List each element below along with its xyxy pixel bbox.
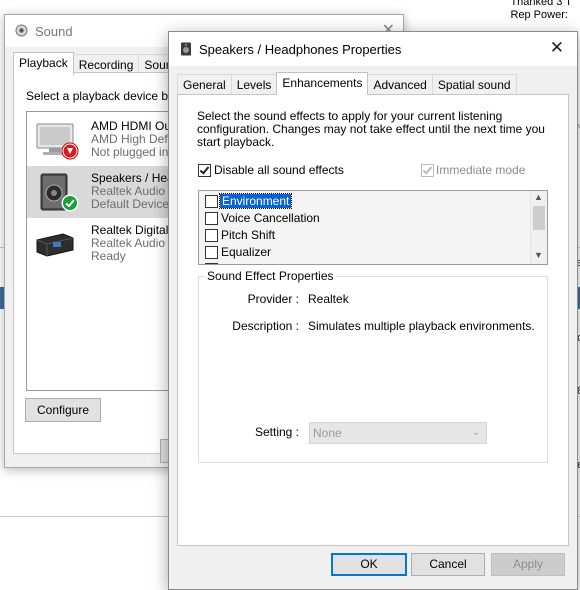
device-text: Realtek Digital Realtek Audio Ready bbox=[91, 224, 168, 263]
effect-checkbox[interactable] bbox=[205, 263, 218, 264]
scroll-up-icon[interactable]: ▲ bbox=[534, 192, 543, 202]
down-arrow-badge-icon bbox=[61, 142, 79, 160]
scrollbar-thumb[interactable] bbox=[533, 206, 545, 230]
effect-checkbox[interactable] bbox=[205, 246, 218, 259]
effect-item-partial[interactable] bbox=[205, 261, 535, 264]
ok-button[interactable]: OK bbox=[331, 553, 407, 576]
device-text: Speakers / Head Realtek Audio Default De… bbox=[91, 172, 179, 211]
description-label: Description : bbox=[232, 319, 299, 333]
effect-checkbox[interactable] bbox=[205, 195, 218, 208]
device-status: Ready bbox=[91, 249, 126, 263]
device-status: Not plugged in bbox=[91, 145, 169, 159]
speaker-app-icon bbox=[15, 24, 28, 37]
provider-label: Provider : bbox=[247, 292, 299, 306]
effect-checkbox[interactable] bbox=[205, 212, 218, 225]
sound-effects-list[interactable]: Environment Voice Cancellation Pitch Shi… bbox=[198, 190, 548, 265]
device-item[interactable]: Realtek Digital Realtek Audio Ready bbox=[27, 218, 179, 270]
enhancements-panel: Select the sound effects to apply for yo… bbox=[177, 94, 569, 546]
device-item[interactable]: AMD HDMI Out AMD High Defi Not plugged i… bbox=[27, 114, 179, 166]
properties-close-icon[interactable]: ✕ bbox=[550, 38, 564, 58]
background-thanked-text: Thanked 3 T bbox=[510, 0, 572, 8]
properties-tabs: General Levels Enhancements Advanced Spa… bbox=[177, 72, 517, 95]
effect-label-selected[interactable]: Environment bbox=[218, 193, 293, 209]
disable-all-effects-checkbox[interactable] bbox=[198, 164, 211, 177]
device-text: AMD HDMI Out AMD High Defi Not plugged i… bbox=[91, 120, 174, 159]
digital-output-icon bbox=[36, 233, 74, 257]
tab-spatial-sound[interactable]: Spatial sound bbox=[431, 74, 517, 95]
provider-value: Realtek bbox=[308, 292, 349, 306]
setting-label: Setting : bbox=[254, 425, 299, 439]
apply-button[interactable]: Apply bbox=[491, 553, 565, 576]
effect-checkbox[interactable] bbox=[205, 229, 218, 242]
background-rep-power-text: Rep Power: bbox=[510, 9, 568, 21]
effect-item[interactable]: Equalizer bbox=[205, 244, 535, 261]
setting-value: None bbox=[313, 426, 342, 440]
effect-item[interactable]: Pitch Shift bbox=[205, 227, 535, 244]
group-title: Sound Effect Properties bbox=[205, 269, 336, 283]
immediate-mode-checkbox[interactable] bbox=[421, 164, 434, 177]
device-status: Default Device bbox=[91, 197, 170, 211]
description-value: Simulates multiple playback environments… bbox=[308, 319, 535, 333]
effect-label[interactable]: Pitch Shift bbox=[221, 228, 275, 242]
tab-advanced[interactable]: Advanced bbox=[367, 74, 433, 95]
effect-item[interactable]: Environment bbox=[205, 193, 535, 210]
configure-button[interactable]: Configure bbox=[25, 398, 101, 422]
tab-enhancements[interactable]: Enhancements bbox=[276, 72, 369, 95]
chevron-down-icon: ⌄ bbox=[471, 427, 480, 438]
device-item-selected[interactable]: Speakers / Head Realtek Audio Default De… bbox=[27, 166, 179, 218]
disable-all-effects-label[interactable]: Disable all sound effects bbox=[214, 163, 344, 177]
effect-label[interactable]: Voice Cancellation bbox=[221, 211, 320, 225]
sound-effect-properties-group: Sound Effect Properties Provider : Realt… bbox=[198, 269, 548, 463]
tab-playback[interactable]: Playback bbox=[13, 52, 74, 75]
effect-item[interactable]: Voice Cancellation bbox=[205, 210, 535, 227]
speaker-device-icon bbox=[181, 42, 191, 56]
speaker-properties-dialog: Speakers / Headphones Properties ✕ Gener… bbox=[168, 31, 578, 590]
scroll-down-icon[interactable]: ▼ bbox=[534, 250, 543, 260]
setting-dropdown[interactable]: None ⌄ bbox=[309, 422, 487, 444]
checkmark-badge-icon bbox=[61, 194, 79, 212]
effect-label[interactable]: Equalizer bbox=[221, 245, 271, 259]
sound-dialog-title: Sound bbox=[35, 24, 73, 39]
playback-device-list[interactable]: AMD HDMI Out AMD High Defi Not plugged i… bbox=[26, 111, 180, 391]
background-forum-info: Thanked 3 T Rep Power: bbox=[510, 0, 572, 22]
playback-prompt: Select a playback device belo bbox=[26, 89, 185, 103]
effects-scrollbar[interactable]: ▲ ▼ bbox=[530, 191, 547, 264]
enhancements-description: Select the sound effects to apply for yo… bbox=[197, 109, 545, 149]
properties-titlebar[interactable]: Speakers / Headphones Properties ✕ bbox=[169, 32, 577, 66]
immediate-mode-label[interactable]: Immediate mode bbox=[436, 163, 525, 177]
properties-title: Speakers / Headphones Properties bbox=[199, 42, 402, 57]
cancel-button[interactable]: Cancel bbox=[411, 553, 485, 576]
tab-general[interactable]: General bbox=[177, 74, 232, 95]
tab-levels[interactable]: Levels bbox=[230, 74, 278, 95]
